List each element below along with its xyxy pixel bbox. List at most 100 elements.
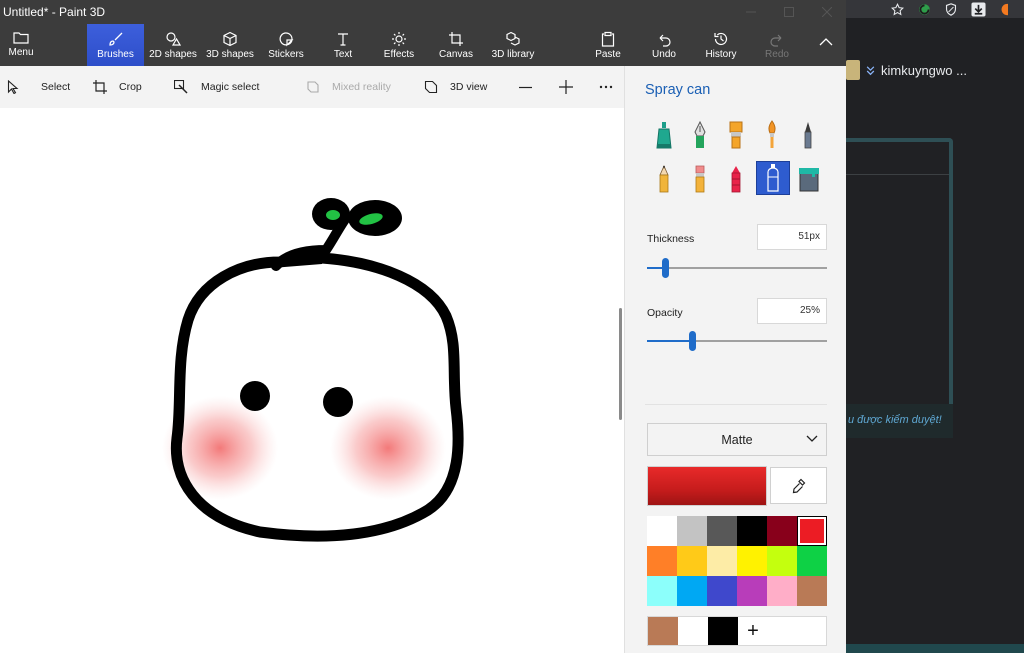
effects-sun-icon <box>392 32 406 46</box>
tab-stickers[interactable]: Stickers <box>261 24 311 66</box>
cube-icon <box>223 31 237 47</box>
thickness-slider[interactable] <box>647 258 827 278</box>
ribbon: Menu Brushes 2D shapes 3D shapes Sticker… <box>0 24 846 66</box>
user-entry[interactable]: kimkuyngwo ... <box>846 52 1024 88</box>
tab-effects[interactable]: Effects <box>377 24 421 66</box>
palette-swatch[interactable] <box>677 546 707 576</box>
maximize-button[interactable] <box>770 0 808 24</box>
palette-swatch[interactable] <box>737 546 767 576</box>
opacity-slider[interactable] <box>647 331 827 351</box>
fill-bucket-icon <box>799 168 819 192</box>
select-button[interactable]: Select <box>7 66 70 108</box>
crayon-icon <box>731 166 741 193</box>
3d-view-button[interactable]: 3D view <box>424 66 487 108</box>
tab-3d-shapes[interactable]: 3D shapes <box>204 24 256 66</box>
brush-icon <box>108 32 122 46</box>
custom-color-swatch[interactable] <box>708 617 738 645</box>
zoom-in-button[interactable] <box>559 66 573 108</box>
oil-brush[interactable] <box>719 118 753 152</box>
thickness-input[interactable]: 51px <box>757 224 827 250</box>
collapse-ribbon-button[interactable] <box>810 24 842 66</box>
thickness-label: Thickness <box>647 233 695 245</box>
palette-swatch[interactable] <box>767 546 797 576</box>
window-title: Untitled* - Paint 3D <box>3 5 106 19</box>
palette-swatch[interactable] <box>647 576 677 606</box>
browser-bottom-bar <box>846 644 1024 653</box>
custom-color-swatch[interactable] <box>648 617 678 645</box>
palette-swatch[interactable] <box>647 546 677 576</box>
sticker-icon <box>279 32 294 47</box>
current-color-swatch[interactable] <box>647 466 767 506</box>
finish-dropdown[interactable]: Matte <box>647 423 827 456</box>
spray-can-icon <box>767 164 779 192</box>
palette-swatch[interactable] <box>647 516 677 546</box>
canvas-scrollbar[interactable] <box>619 308 622 420</box>
tab-text[interactable]: Text <box>322 24 364 66</box>
redo-icon <box>770 34 782 47</box>
3d-view-icon <box>424 80 438 94</box>
undo-icon <box>659 34 671 47</box>
tab-canvas[interactable]: Canvas <box>434 24 478 66</box>
marker-brush[interactable] <box>647 118 681 152</box>
undo-button[interactable]: Undo <box>644 24 684 66</box>
add-color-button[interactable]: + <box>738 617 768 645</box>
drawing-canvas[interactable] <box>0 108 624 653</box>
fill-bucket-brush[interactable] <box>792 162 826 196</box>
history-button[interactable]: History <box>700 24 742 66</box>
library-icon <box>506 31 520 46</box>
watercolor-icon <box>768 120 776 148</box>
drawing <box>162 198 464 542</box>
crayon-brush[interactable] <box>719 162 753 196</box>
watercolor-brush[interactable] <box>755 118 789 152</box>
shapes-2d-icon <box>166 32 181 46</box>
close-button[interactable] <box>808 0 846 24</box>
menu-button[interactable]: Menu <box>0 24 42 66</box>
firefox-icon[interactable] <box>1000 3 1008 16</box>
opacity-slider-thumb[interactable] <box>689 331 696 351</box>
background-browser: kimkuyngwo ... u được kiểm duyệt! <box>846 0 1024 653</box>
calligraphy-pen-brush[interactable] <box>683 118 717 152</box>
calligraphy-pen-icon <box>694 120 706 148</box>
palette-swatch[interactable] <box>737 516 767 546</box>
tab-brushes[interactable]: Brushes <box>87 24 144 66</box>
crop-button[interactable]: Crop <box>93 66 142 108</box>
palette-swatch[interactable] <box>707 576 737 606</box>
magic-select-button[interactable]: Magic select <box>174 66 259 108</box>
download-icon[interactable] <box>971 1 986 17</box>
tab-2d-shapes[interactable]: 2D shapes <box>146 24 200 66</box>
palette-swatch[interactable] <box>767 576 797 606</box>
star-icon[interactable] <box>891 2 904 16</box>
paste-button[interactable]: Paste <box>588 24 628 66</box>
extension-icon[interactable] <box>918 3 931 16</box>
brush-panel: Spray can Thickness 51px Opacity 25% Mat… <box>624 66 846 653</box>
palette-swatch[interactable] <box>677 576 707 606</box>
eyedropper-button[interactable] <box>770 467 827 504</box>
eraser-brush[interactable] <box>683 162 717 196</box>
palette-swatch[interactable] <box>797 576 827 606</box>
palette-swatch[interactable] <box>677 516 707 546</box>
palette-swatch[interactable] <box>707 546 737 576</box>
browser-toolbar-icons <box>846 0 1024 18</box>
title-bar: Untitled* - Paint 3D <box>0 0 846 24</box>
zoom-out-button[interactable] <box>519 66 532 108</box>
palette-swatch[interactable] <box>797 516 827 546</box>
palette-swatch[interactable] <box>707 516 737 546</box>
tab-3d-library[interactable]: 3D library <box>489 24 537 66</box>
pixel-pen-brush[interactable] <box>791 118 825 152</box>
opacity-input[interactable]: 25% <box>757 298 827 324</box>
pencil-brush[interactable] <box>647 162 681 196</box>
palette-swatch[interactable] <box>767 516 797 546</box>
mixed-reality-button[interactable]: Mixed reality <box>306 66 391 108</box>
shield-icon[interactable] <box>945 2 957 16</box>
minimize-button[interactable] <box>732 0 770 24</box>
more-options-button[interactable] <box>599 66 613 108</box>
redo-button[interactable]: Redo <box>757 24 797 66</box>
chevron-down-icon <box>806 435 818 442</box>
custom-color-swatch[interactable] <box>678 617 708 645</box>
palette-swatch[interactable] <box>797 546 827 576</box>
thickness-slider-thumb[interactable] <box>662 258 669 278</box>
palette-swatch[interactable] <box>737 576 767 606</box>
pencil-icon <box>659 165 669 193</box>
clipboard-icon <box>601 31 615 47</box>
spray-can-brush[interactable] <box>756 161 790 195</box>
